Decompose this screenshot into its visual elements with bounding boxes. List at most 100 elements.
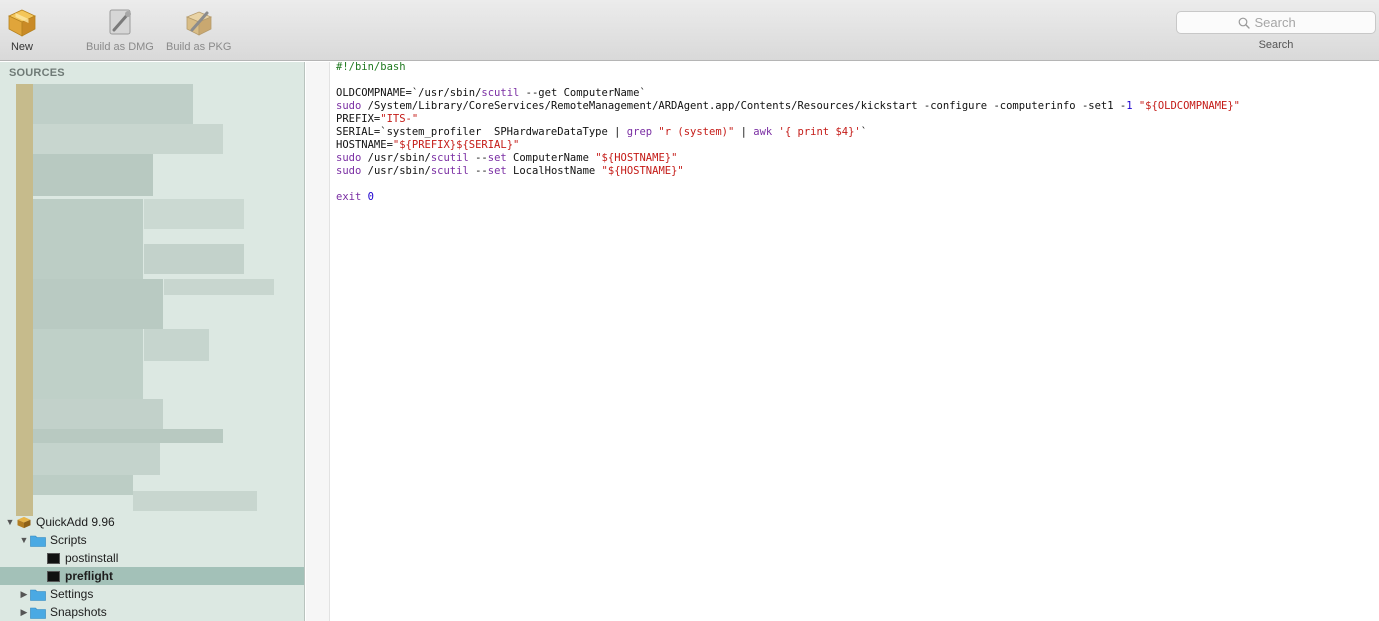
redacted-block [33, 84, 193, 124]
redacted-block [33, 279, 163, 329]
tree-label: Settings [50, 587, 94, 601]
code-line: sudo /usr/sbin/scutil --set LocalHostNam… [336, 165, 1376, 178]
tree-row-scripts[interactable]: ▼ Scripts [0, 531, 304, 549]
redacted-block [33, 329, 143, 399]
code-token: "${PREFIX}${SERIAL}" [392, 139, 520, 151]
terminal-script-icon [47, 570, 60, 582]
script-editor[interactable]: #!/bin/bash OLDCOMPNAME=`/usr/sbin/scuti… [336, 61, 1376, 621]
tree-label: preflight [65, 569, 113, 583]
tree-row-settings[interactable]: ▶ Settings [0, 585, 304, 603]
code-token: "r (system)" [658, 126, 735, 138]
code-token: --get ComputerName` [519, 87, 646, 99]
code-token: scutil [430, 152, 469, 164]
code-line: SERIAL=`system_profiler SPHardwareDataTy… [336, 126, 1376, 139]
search-field[interactable] [1176, 11, 1376, 34]
redacted-block [33, 399, 163, 429]
tree-row-quickadd[interactable]: ▼ QuickAdd 9.96 [0, 513, 304, 531]
code-token: | [734, 126, 754, 138]
build-as-pkg-label: Build as PKG [166, 41, 232, 53]
redacted-block [33, 443, 160, 475]
code-token: "${OLDCOMPNAME}" [1138, 100, 1241, 112]
disclosure-collapsed-icon[interactable]: ▶ [18, 589, 30, 600]
search-input[interactable] [1254, 15, 1315, 30]
code-line: sudo /System/Library/CoreServices/Remote… [336, 100, 1376, 113]
code-token: "ITS-" [380, 113, 419, 125]
code-token: /usr/sbin/ [361, 165, 431, 177]
code-token: #!/bin/bash [336, 61, 406, 73]
code-token: ` [860, 126, 868, 138]
tree-label: Scripts [50, 533, 87, 547]
package-icon [8, 9, 36, 37]
code-token: grep [626, 126, 653, 138]
code-token: scutil [430, 165, 469, 177]
folder-icon [30, 589, 46, 601]
code-token: OLDCOMPNAME=`/usr/sbin/ [336, 87, 482, 99]
redacted-block [144, 329, 209, 361]
redacted-block [144, 199, 244, 229]
package-build-icon [185, 11, 212, 36]
redacted-block [33, 154, 153, 196]
code-line: #!/bin/bash [336, 61, 1376, 74]
build-as-dmg-label: Build as DMG [86, 41, 154, 53]
editor-gutter [306, 62, 330, 621]
tree-label: postinstall [65, 551, 119, 565]
build-as-dmg-button[interactable]: Build as DMG [86, 6, 154, 53]
redacted-block [33, 124, 223, 154]
package-icon [17, 516, 31, 528]
tree-label: QuickAdd 9.96 [36, 515, 115, 529]
toolbar: New Build as DMG Build as PKG Search Sea… [0, 0, 1379, 61]
sidebar: SOURCES ▼ QuickAdd 9.96 ▼ Scripts postin… [0, 62, 305, 621]
tree-row-preflight[interactable]: preflight [0, 567, 304, 585]
code-line: exit 0 [336, 191, 1376, 204]
redacted-block [133, 491, 257, 511]
code-line: HOSTNAME="${PREFIX}${SERIAL}" [336, 139, 1376, 152]
build-as-pkg-button[interactable]: Build as PKG [166, 6, 231, 53]
terminal-script-icon [47, 552, 60, 564]
code-line: sudo /usr/sbin/scutil --set ComputerName… [336, 152, 1376, 165]
code-token: sudo [336, 100, 362, 112]
tree-row-snapshots[interactable]: ▶ Snapshots [0, 603, 304, 621]
tree-label: Snapshots [50, 605, 107, 619]
redacted-block [33, 199, 143, 279]
code-line: PREFIX="ITS-" [336, 113, 1376, 126]
code-token: HOSTNAME= [336, 139, 393, 151]
app-window: New Build as DMG Build as PKG Search Sea… [0, 0, 1379, 621]
redacted-block [33, 475, 133, 495]
code-token: exit [336, 191, 362, 203]
code-token: /System/Library/CoreServices/RemoteManag… [361, 100, 1127, 112]
code-token: /usr/sbin/ [361, 152, 431, 164]
search-control: Search [1176, 11, 1376, 51]
code-token: PREFIX= [336, 113, 381, 125]
code-token: set [487, 152, 507, 164]
code-token: LocalHostName [506, 165, 602, 177]
code-token: ComputerName [506, 152, 596, 164]
disclosure-expanded-icon[interactable]: ▼ [18, 535, 30, 545]
code-token: 0 [367, 191, 374, 203]
code-token: set [487, 165, 507, 177]
redacted-strip [16, 84, 33, 516]
disk-image-icon [109, 9, 131, 35]
redacted-source-list [4, 84, 294, 516]
code-token: scutil [481, 87, 520, 99]
code-token: '{ print $4}' [778, 126, 861, 138]
disclosure-collapsed-icon[interactable]: ▶ [18, 607, 30, 618]
search-icon [1238, 17, 1250, 29]
code-token: -- [468, 152, 488, 164]
new-button[interactable]: New [6, 6, 38, 53]
folder-icon [30, 535, 46, 547]
code-token: "${HOSTNAME}" [601, 165, 684, 177]
code-token: -- [468, 165, 488, 177]
sources-header: SOURCES [9, 67, 65, 79]
search-label: Search [1258, 39, 1294, 51]
code-token: awk [753, 126, 773, 138]
redacted-block [144, 244, 244, 274]
code-line: OLDCOMPNAME=`/usr/sbin/scutil --get Comp… [336, 87, 1376, 100]
disclosure-expanded-icon[interactable]: ▼ [4, 517, 16, 527]
code-token: SERIAL=`system_profiler SPHardwareDataTy… [336, 126, 627, 138]
code-token: sudo [336, 152, 362, 164]
code-token: sudo [336, 165, 362, 177]
tree-row-postinstall[interactable]: postinstall [0, 549, 304, 567]
folder-icon [30, 607, 46, 619]
